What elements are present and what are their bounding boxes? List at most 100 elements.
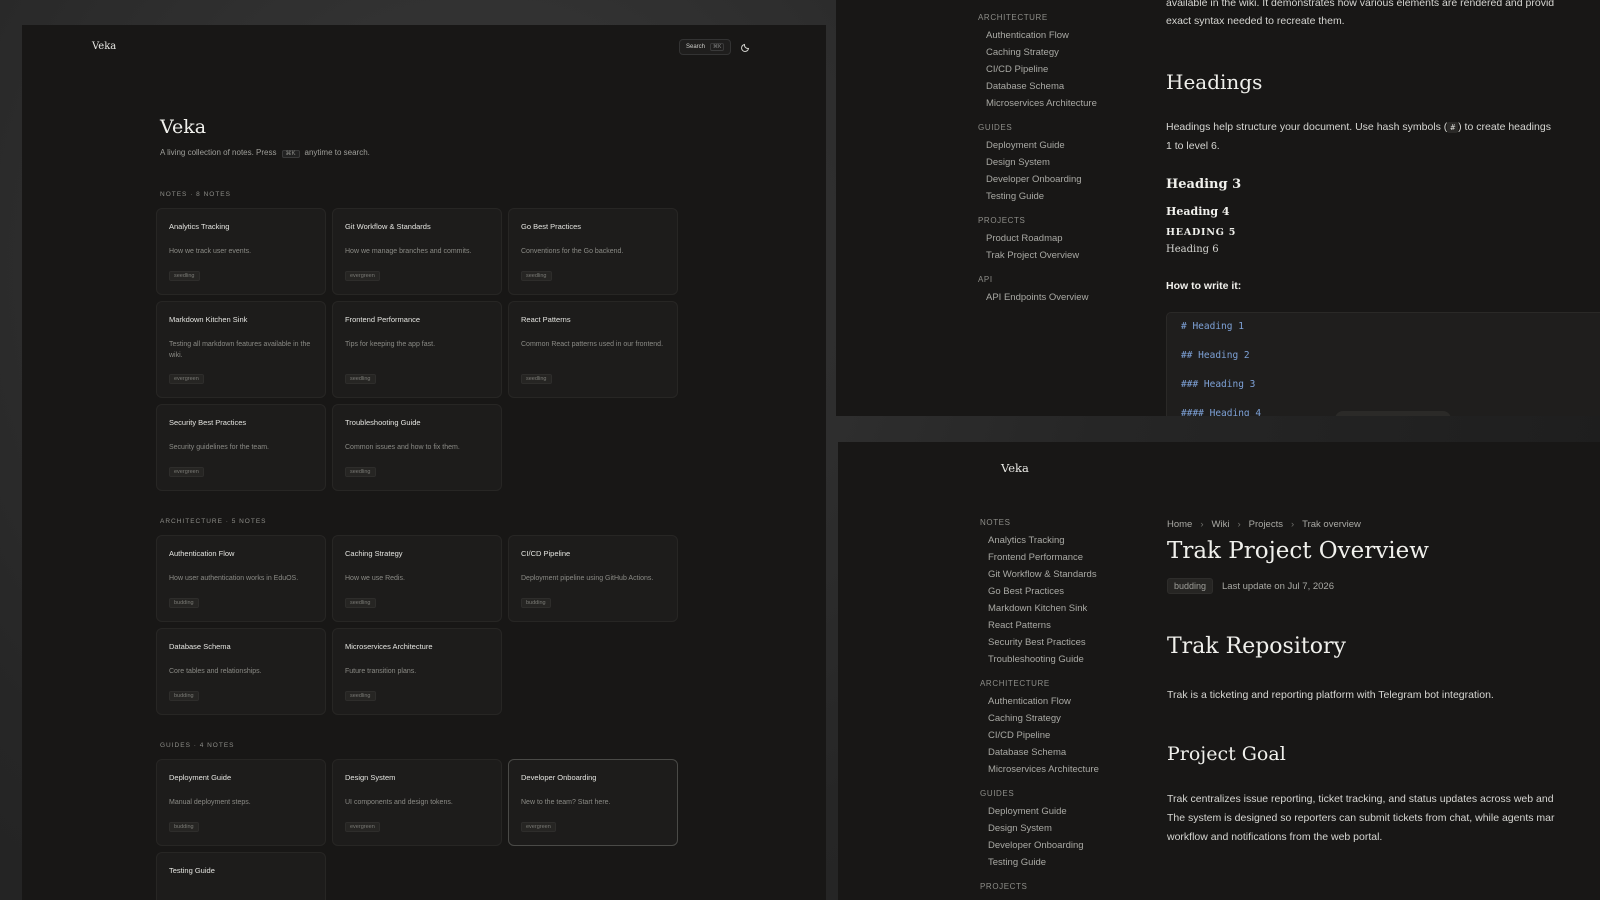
note-card[interactable]: Testing Guide	[156, 852, 326, 900]
note-card[interactable]: Design System UI components and design to…	[332, 759, 502, 846]
breadcrumb-home[interactable]: Home	[1167, 519, 1192, 530]
sidebar-item[interactable]: Troubleshooting Guide	[988, 654, 1084, 665]
chevron-right-icon: ›	[1200, 519, 1204, 530]
sidebar-item[interactable]: Deployment Guide	[988, 806, 1067, 817]
note-desc: Common issues and how to fix them.	[345, 444, 460, 451]
para-text: Headings help structure your document. U…	[1166, 121, 1448, 133]
sidebar-item[interactable]: API Endpoints Overview	[986, 292, 1088, 303]
brand-logo[interactable]: Veka	[1001, 461, 1029, 475]
lead-line: available in the wiki. It demonstrates h…	[1166, 0, 1555, 9]
sidebar-category: ARCHITECTURE	[980, 679, 1050, 688]
project-doc-panel: Veka NOTES Analytics Tracking Frontend Per…	[838, 442, 1600, 900]
sidebar-item[interactable]: Design System	[988, 823, 1052, 834]
note-card[interactable]: Developer Onboarding New to the team? Sta…	[508, 759, 678, 846]
note-desc: How user authentication works in EduOS.	[169, 575, 299, 582]
sidebar-item[interactable]: Authentication Flow	[988, 696, 1071, 707]
goal-paragraph: Trak centralizes issue reporting, ticket…	[1167, 790, 1555, 847]
note-card[interactable]: React Patterns Common React patterns used…	[508, 301, 678, 398]
status-badge: seedling	[169, 271, 200, 281]
sidebar-item[interactable]: Design System	[986, 157, 1050, 168]
card-grid: Deployment Guide Manual deployment steps.…	[156, 759, 678, 900]
sidebar-item[interactable]: Database Schema	[988, 747, 1066, 758]
sidebar-item[interactable]: Product Roadmap	[986, 233, 1063, 244]
sidebar-item[interactable]: Testing Guide	[988, 857, 1046, 868]
status-badge: budding	[169, 691, 199, 701]
note-card[interactable]: Markdown Kitchen Sink Testing all markdow…	[156, 301, 326, 398]
floating-toolbar[interactable]	[1335, 411, 1451, 416]
doc-lead: available in the wiki. It demonstrates h…	[1166, 0, 1554, 30]
sidebar-item[interactable]: Authentication Flow	[986, 30, 1069, 41]
note-card[interactable]: Deployment Guide Manual deployment steps.…	[156, 759, 326, 846]
sidebar-item[interactable]: Caching Strategy	[986, 47, 1059, 58]
sidebar-item[interactable]: Developer Onboarding	[986, 174, 1082, 185]
search-button[interactable]: Search ⌘K	[679, 39, 731, 55]
sidebar-item[interactable]: Testing Guide	[986, 191, 1044, 202]
lead-line: exact syntax needed to recreate them.	[1166, 15, 1345, 27]
brand-logo[interactable]: Veka	[92, 41, 116, 52]
sidebar-item[interactable]: Deployment Guide	[986, 140, 1065, 151]
note-desc: Core tables and relationships.	[169, 668, 262, 675]
status-badge: evergreen	[345, 822, 380, 832]
note-desc: How we manage branches and commits.	[345, 248, 472, 255]
sidebar-item[interactable]: Caching Strategy	[988, 713, 1061, 724]
status-badge: seedling	[521, 374, 552, 384]
status-badge: budding	[521, 598, 551, 608]
sidebar-item[interactable]: CI/CD Pipeline	[986, 64, 1048, 75]
search-label: Search	[686, 44, 706, 50]
sidebar-item[interactable]: Frontend Performance	[988, 552, 1083, 563]
status-badge: seedling	[345, 598, 376, 608]
note-card[interactable]: Database Schema Core tables and relations…	[156, 628, 326, 715]
sidebar-item[interactable]: Git Workflow & Standards	[988, 569, 1097, 580]
sidebar-item[interactable]: Microservices Architecture	[986, 98, 1097, 109]
status-badge: seedling	[521, 271, 552, 281]
sidebar-item[interactable]: Microservices Architecture	[988, 764, 1099, 775]
sidebar-category: API	[978, 275, 993, 284]
sidebar-item[interactable]: Database Schema	[986, 81, 1064, 92]
heading-6-sample: Heading 6	[1166, 244, 1219, 255]
last-updated: Last update on Jul 7, 2026	[1222, 581, 1334, 592]
note-card[interactable]: Analytics Tracking How we track user even…	[156, 208, 326, 295]
how-to-label: How to write it:	[1166, 280, 1242, 292]
note-desc: Security guidelines for the team.	[169, 444, 269, 451]
breadcrumb-wiki[interactable]: Wiki	[1212, 519, 1230, 530]
note-card[interactable]: Authentication Flow How user authenticati…	[156, 535, 326, 622]
section-label: ARCHITECTURE · 5 NOTES	[160, 518, 267, 525]
sidebar-category: ARCHITECTURE	[978, 13, 1048, 22]
sidebar-item[interactable]: Markdown Kitchen Sink	[988, 603, 1087, 614]
note-desc: Common React patterns used in our fronte…	[521, 341, 664, 348]
sidebar-item[interactable]: React Patterns	[988, 620, 1051, 631]
note-card[interactable]: Security Best Practices Security guidelin…	[156, 404, 326, 491]
sidebar-item[interactable]: Security Best Practices	[988, 637, 1086, 648]
chevron-right-icon: ›	[1237, 519, 1241, 530]
note-title: Git Workflow & Standards	[345, 222, 431, 231]
status-badge: seedling	[345, 374, 376, 384]
note-desc: Testing all markdown features available …	[169, 341, 311, 359]
note-desc: UI components and design tokens.	[345, 799, 453, 806]
moon-icon[interactable]	[740, 41, 752, 53]
page-title: Veka	[160, 116, 207, 138]
note-card[interactable]: Frontend Performance Tips for keeping the…	[332, 301, 502, 398]
sidebar-item[interactable]: CI/CD Pipeline	[988, 730, 1050, 741]
note-card[interactable]: Troubleshooting Guide Common issues and h…	[332, 404, 502, 491]
note-title: Go Best Practices	[521, 222, 582, 231]
sidebar-item[interactable]: Go Best Practices	[988, 586, 1064, 597]
note-card[interactable]: CI/CD Pipeline Deployment pipeline using …	[508, 535, 678, 622]
note-title: Caching Strategy	[345, 549, 403, 558]
note-desc: Deployment pipeline using GitHub Actions…	[521, 575, 654, 582]
sidebar-item[interactable]: Developer Onboarding	[988, 840, 1084, 851]
note-card[interactable]: Go Best Practices Conventions for the Go …	[508, 208, 678, 295]
note-desc: Manual deployment steps.	[169, 799, 251, 806]
note-card[interactable]: Microservices Architecture Future transit…	[332, 628, 502, 715]
note-title: Developer Onboarding	[521, 773, 597, 782]
note-title: Deployment Guide	[169, 773, 232, 782]
headings-paragraph: Headings help structure your document. U…	[1166, 118, 1551, 156]
note-desc: How we use Redis.	[345, 575, 405, 582]
sidebar-item[interactable]: Analytics Tracking	[988, 535, 1065, 546]
note-title: Frontend Performance	[345, 315, 421, 324]
sidebar-item[interactable]: Trak Project Overview	[986, 250, 1079, 261]
note-card[interactable]: Git Workflow & Standards How we manage br…	[332, 208, 502, 295]
breadcrumb-projects[interactable]: Projects	[1249, 519, 1283, 530]
note-desc: How we track user events.	[169, 248, 252, 255]
status-badge: evergreen	[169, 374, 204, 384]
note-card[interactable]: Caching Strategy How we use Redis. seedlin…	[332, 535, 502, 622]
